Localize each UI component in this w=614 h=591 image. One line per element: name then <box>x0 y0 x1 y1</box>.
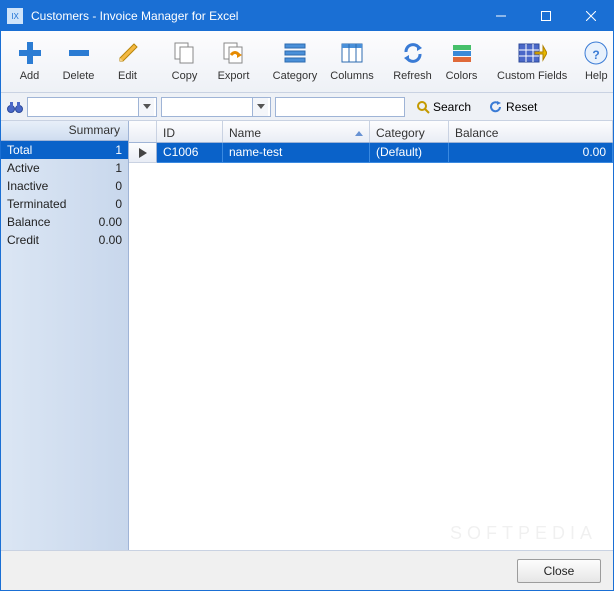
filter-op-combo[interactable] <box>161 97 271 117</box>
column-category[interactable]: Category <box>370 121 449 142</box>
chevron-down-icon[interactable] <box>138 98 154 116</box>
sidebar-row-key: Terminated <box>7 197 92 211</box>
row-header-column[interactable] <box>129 121 157 142</box>
filter-op-input[interactable] <box>162 98 252 116</box>
minus-icon <box>64 38 94 68</box>
minimize-icon <box>496 11 506 21</box>
data-grid: ID Name Category Balance C1006name-test(… <box>129 121 613 550</box>
close-button[interactable]: Close <box>517 559 601 583</box>
search-icon <box>416 100 430 114</box>
cell-name: name-test <box>223 143 370 163</box>
window-title: Customers - Invoice Manager for Excel <box>29 9 478 23</box>
refresh-icon <box>398 38 428 68</box>
grid-header: ID Name Category Balance <box>129 121 613 143</box>
svg-text:?: ? <box>593 48 600 62</box>
close-window-button[interactable] <box>568 1 613 31</box>
toolbar: Add Delete Edit Copy <box>1 31 613 93</box>
export-button[interactable]: Export <box>211 34 256 90</box>
edit-button[interactable]: Edit <box>105 34 150 90</box>
sidebar-row-value: 0 <box>92 179 122 193</box>
sidebar-row-key: Credit <box>7 233 92 247</box>
sidebar-row-value: 1 <box>92 161 122 175</box>
sidebar-row-credit[interactable]: Credit0.00 <box>1 231 128 249</box>
help-icon: ? <box>581 38 611 68</box>
sidebar-row-key: Inactive <box>7 179 92 193</box>
columns-button[interactable]: Columns <box>326 34 378 90</box>
sidebar-header: Summary <box>1 121 128 141</box>
cell-balance: 0.00 <box>449 143 613 163</box>
app-icon: IX <box>7 8 23 24</box>
cell-id: C1006 <box>157 143 223 163</box>
custom-fields-icon <box>517 38 547 68</box>
plus-icon <box>15 38 45 68</box>
column-balance[interactable]: Balance <box>449 121 613 142</box>
sidebar-row-balance[interactable]: Balance0.00 <box>1 213 128 231</box>
search-input[interactable] <box>276 98 402 116</box>
colors-icon <box>447 38 477 68</box>
minimize-button[interactable] <box>478 1 523 31</box>
maximize-button[interactable] <box>523 1 568 31</box>
reset-button[interactable]: Reset <box>482 97 544 117</box>
sidebar-row-terminated[interactable]: Terminated0 <box>1 195 128 213</box>
sidebar-row-key: Balance <box>7 215 92 229</box>
column-name[interactable]: Name <box>223 121 370 142</box>
category-icon <box>280 38 310 68</box>
add-button[interactable]: Add <box>7 34 52 90</box>
export-icon <box>219 38 249 68</box>
filter-bar: Search Reset <box>1 93 613 121</box>
sort-asc-icon <box>355 131 363 136</box>
chevron-down-icon[interactable] <box>252 98 268 116</box>
help-button[interactable]: ? Help <box>580 34 612 90</box>
main-area: Summary Total1Active1Inactive0Terminated… <box>1 121 613 550</box>
sidebar-row-active[interactable]: Active1 <box>1 159 128 177</box>
refresh-button[interactable]: Refresh <box>390 34 435 90</box>
table-row[interactable]: C1006name-test(Default)0.00 <box>129 143 613 163</box>
copy-button[interactable]: Copy <box>162 34 207 90</box>
sidebar-row-inactive[interactable]: Inactive0 <box>1 177 128 195</box>
close-icon <box>586 11 596 21</box>
category-button[interactable]: Category <box>268 34 322 90</box>
filter-field-input[interactable] <box>28 98 138 116</box>
sidebar-row-value: 0.00 <box>92 215 122 229</box>
column-id[interactable]: ID <box>157 121 223 142</box>
sidebar-row-key: Active <box>7 161 92 175</box>
pencil-icon <box>113 38 143 68</box>
delete-button[interactable]: Delete <box>56 34 101 90</box>
sidebar-row-value: 1 <box>92 143 122 157</box>
footer: Close <box>1 550 613 590</box>
search-box[interactable] <box>275 97 405 117</box>
filter-field-combo[interactable] <box>27 97 157 117</box>
sidebar-row-value: 0.00 <box>92 233 122 247</box>
grid-body[interactable]: C1006name-test(Default)0.00 <box>129 143 613 550</box>
sidebar-row-key: Total <box>7 143 92 157</box>
search-button[interactable]: Search <box>409 97 478 117</box>
colors-button[interactable]: Colors <box>439 34 484 90</box>
maximize-icon <box>541 11 551 21</box>
row-indicator <box>129 143 157 163</box>
cell-category: (Default) <box>370 143 449 163</box>
sidebar-row-value: 0 <box>92 197 122 211</box>
binoculars-icon <box>7 99 23 115</box>
sidebar-row-total[interactable]: Total1 <box>1 141 128 159</box>
window: IX Customers - Invoice Manager for Excel… <box>0 0 614 591</box>
title-bar: IX Customers - Invoice Manager for Excel <box>1 1 613 31</box>
custom-fields-button[interactable]: Custom Fields <box>496 34 568 90</box>
summary-sidebar: Summary Total1Active1Inactive0Terminated… <box>1 121 129 550</box>
reset-icon <box>489 100 503 114</box>
columns-icon <box>337 38 367 68</box>
copy-icon <box>170 38 200 68</box>
